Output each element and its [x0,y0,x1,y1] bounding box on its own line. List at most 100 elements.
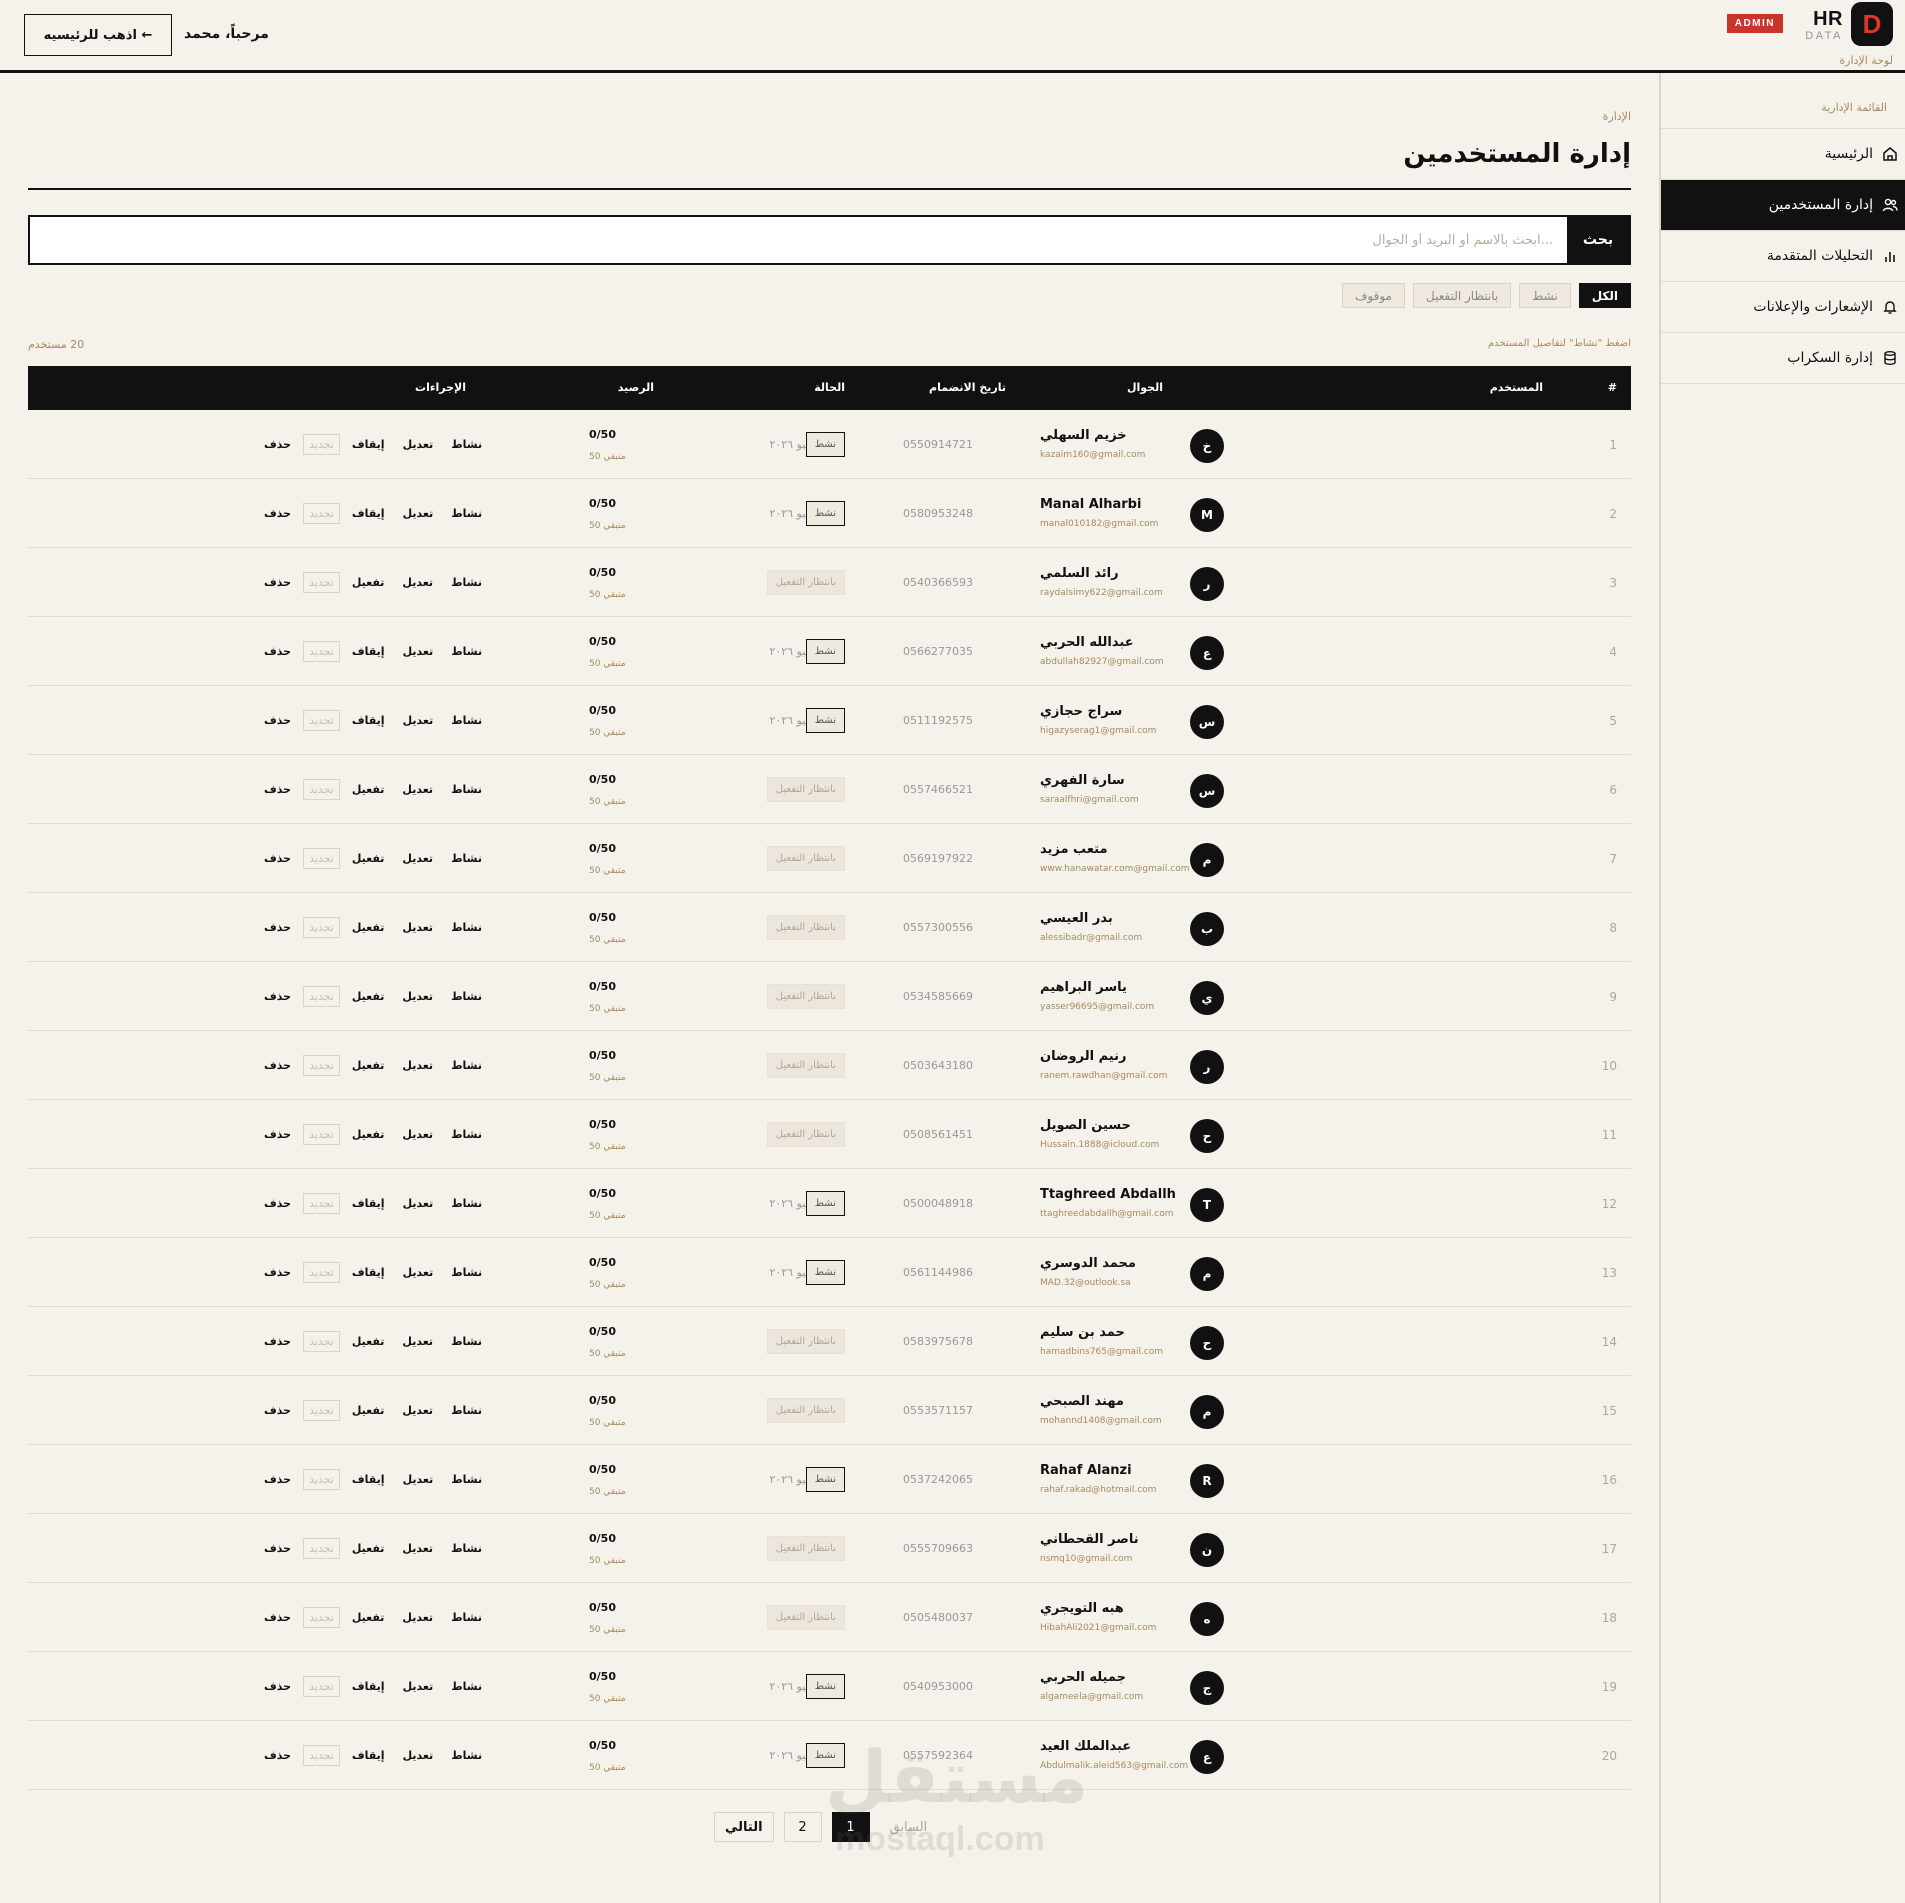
renew-button[interactable]: تجديد [303,1193,340,1214]
renew-button[interactable]: تجديد [303,986,340,1007]
edit-button[interactable]: تعديل [396,1055,439,1076]
search-button[interactable]: بحث [1567,217,1629,263]
activity-button[interactable]: نشاط [445,1676,488,1697]
search-input[interactable] [30,217,1567,263]
next-page-button[interactable]: التالي [714,1812,774,1842]
filter-suspended[interactable]: موقوف [1341,283,1405,308]
activate-button[interactable]: تفعيل [346,1538,391,1559]
edit-button[interactable]: تعديل [396,1124,439,1145]
edit-button[interactable]: تعديل [397,710,440,731]
sidebar-item-analytics[interactable]: التحليلات المتقدمة [1661,231,1905,282]
activity-button[interactable]: نشاط [445,1193,488,1214]
activate-button[interactable]: تفعيل [346,986,391,1007]
delete-button[interactable]: حذف [258,1676,297,1697]
activate-button[interactable]: تفعيل [346,1055,391,1076]
delete-button[interactable]: حذف [258,1400,297,1421]
filter-all[interactable]: الكل [1578,283,1631,308]
edit-button[interactable]: تعديل [397,434,440,455]
edit-button[interactable]: تعديل [397,1193,440,1214]
renew-button[interactable]: تجديد [303,1469,340,1490]
activity-button[interactable]: نشاط [445,1745,488,1766]
renew-button[interactable]: تجديد [303,917,340,938]
delete-button[interactable]: حذف [258,1055,297,1076]
activity-button[interactable]: نشاط [445,1607,488,1628]
edit-button[interactable]: تعديل [396,1607,439,1628]
activity-button[interactable]: نشاط [445,1124,488,1145]
activity-button[interactable]: نشاط [445,1469,488,1490]
renew-button[interactable]: تجديد [303,1331,340,1352]
renew-button[interactable]: تجديد [303,641,340,662]
renew-button[interactable]: تجديد [303,1745,340,1766]
activate-button[interactable]: تفعيل [346,572,391,593]
page-2-button[interactable]: 2 [783,1812,822,1842]
renew-button[interactable]: تجديد [303,710,340,731]
delete-button[interactable]: حذف [258,986,297,1007]
delete-button[interactable]: حذف [258,572,297,593]
activity-button[interactable]: نشاط [445,1400,488,1421]
renew-button[interactable]: تجديد [303,1676,340,1697]
edit-button[interactable]: تعديل [396,1331,439,1352]
suspend-button[interactable]: إيقاف [346,641,391,662]
delete-button[interactable]: حذف [258,1331,297,1352]
suspend-button[interactable]: إيقاف [346,434,391,455]
suspend-button[interactable]: إيقاف [346,503,391,524]
edit-button[interactable]: تعديل [396,986,439,1007]
delete-button[interactable]: حذف [258,1124,297,1145]
sidebar-item-home[interactable]: الرئيسية [1661,129,1905,180]
edit-button[interactable]: تعديل [397,641,440,662]
prev-page-button[interactable]: السابق [880,1812,938,1842]
renew-button[interactable]: تجديد [303,1124,340,1145]
activity-button[interactable]: نشاط [445,917,488,938]
delete-button[interactable]: حذف [258,710,297,731]
renew-button[interactable]: تجديد [303,1400,340,1421]
renew-button[interactable]: تجديد [303,1607,340,1628]
page-1-button[interactable]: 1 [831,1812,870,1842]
activity-button[interactable]: نشاط [445,503,488,524]
suspend-button[interactable]: إيقاف [346,1193,391,1214]
renew-button[interactable]: تجديد [303,572,340,593]
renew-button[interactable]: تجديد [303,848,340,869]
delete-button[interactable]: حذف [258,848,297,869]
activity-button[interactable]: نشاط [445,434,488,455]
activity-button[interactable]: نشاط [445,1331,488,1352]
activate-button[interactable]: تفعيل [346,848,391,869]
activity-button[interactable]: نشاط [445,1538,488,1559]
delete-button[interactable]: حذف [258,503,297,524]
activate-button[interactable]: تفعيل [346,1331,391,1352]
sidebar-item-scrape[interactable]: إدارة السكراب [1661,333,1905,384]
suspend-button[interactable]: إيقاف [346,1676,391,1697]
activity-button[interactable]: نشاط [445,1262,488,1283]
activate-button[interactable]: تفعيل [346,917,391,938]
go-home-button[interactable]: ← اذهب للرئيسيه [24,14,172,56]
filter-active[interactable]: نشط [1519,283,1571,308]
delete-button[interactable]: حذف [258,779,297,800]
breadcrumb[interactable]: الإدارة [1603,110,1631,123]
renew-button[interactable]: تجديد [303,779,340,800]
edit-button[interactable]: تعديل [396,848,439,869]
suspend-button[interactable]: إيقاف [346,1469,391,1490]
edit-button[interactable]: تعديل [397,1262,440,1283]
suspend-button[interactable]: إيقاف [346,710,391,731]
edit-button[interactable]: تعديل [396,917,439,938]
edit-button[interactable]: تعديل [397,503,440,524]
renew-button[interactable]: تجديد [303,1262,340,1283]
delete-button[interactable]: حذف [258,1607,297,1628]
suspend-button[interactable]: إيقاف [346,1745,391,1766]
edit-button[interactable]: تعديل [396,572,439,593]
edit-button[interactable]: تعديل [397,1676,440,1697]
delete-button[interactable]: حذف [258,1538,297,1559]
sidebar-item-users[interactable]: إدارة المستخدمين [1661,180,1905,231]
delete-button[interactable]: حذف [258,1262,297,1283]
activate-button[interactable]: تفعيل [346,779,391,800]
edit-button[interactable]: تعديل [396,1400,439,1421]
filter-pending[interactable]: بانتظار التفعيل [1413,283,1512,308]
renew-button[interactable]: تجديد [303,1055,340,1076]
edit-button[interactable]: تعديل [397,1745,440,1766]
delete-button[interactable]: حذف [258,1469,297,1490]
activity-button[interactable]: نشاط [445,710,488,731]
delete-button[interactable]: حذف [258,917,297,938]
delete-button[interactable]: حذف [258,1193,297,1214]
renew-button[interactable]: تجديد [303,503,340,524]
activate-button[interactable]: تفعيل [346,1607,391,1628]
delete-button[interactable]: حذف [258,641,297,662]
